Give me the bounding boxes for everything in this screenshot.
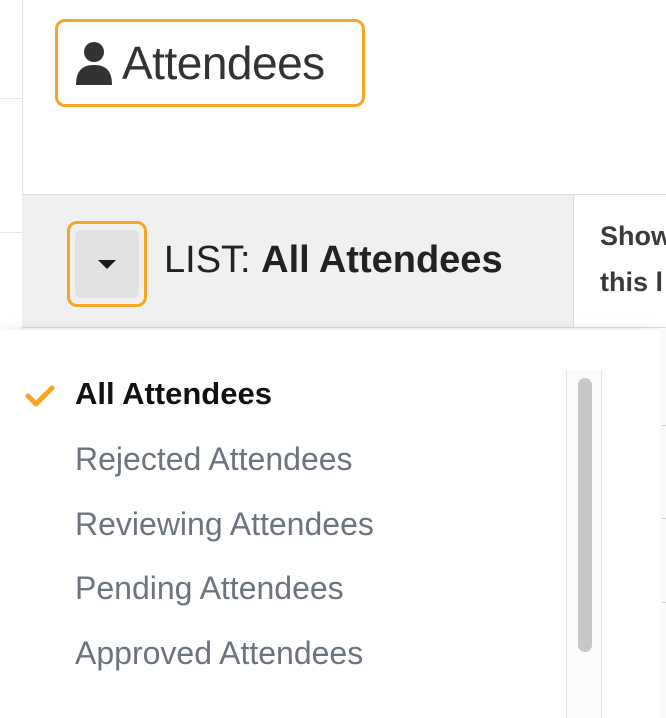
attendees-page: Attendees LIST: All Attendees Show this … bbox=[0, 0, 666, 718]
menu-item-reviewing-attendees[interactable]: Reviewing Attendees bbox=[75, 506, 374, 543]
menu-item-all-attendees[interactable]: All Attendees bbox=[75, 376, 272, 412]
menu-scrollbar[interactable] bbox=[566, 370, 602, 718]
menu-item-pending-attendees[interactable]: Pending Attendees bbox=[75, 570, 344, 607]
side-text-line-1: Show bbox=[600, 221, 666, 251]
user-icon bbox=[76, 42, 112, 85]
row-line bbox=[662, 518, 666, 519]
page-title-text: Attendees bbox=[122, 37, 325, 89]
list-dropdown-button[interactable] bbox=[75, 230, 139, 298]
checkmark-icon bbox=[25, 385, 55, 407]
list-label-prefix: LIST: bbox=[164, 239, 262, 281]
page-title: Attendees bbox=[55, 19, 365, 107]
menu-item-rejected-attendees[interactable]: Rejected Attendees bbox=[75, 441, 353, 478]
current-list-label: LIST: All Attendees bbox=[164, 239, 503, 282]
list-dropdown-highlight bbox=[67, 221, 147, 307]
row-line bbox=[662, 425, 666, 426]
background-edge bbox=[660, 330, 666, 718]
caret-down-icon bbox=[98, 259, 116, 269]
strip-divider bbox=[0, 232, 22, 233]
list-dropdown-menu: All Attendees Rejected Attendees Reviewi… bbox=[0, 330, 661, 718]
menu-item-approved-attendees[interactable]: Approved Attendees bbox=[75, 635, 363, 672]
list-label-value: All Attendees bbox=[261, 239, 503, 281]
bar-side-panel: Show this l bbox=[574, 195, 666, 327]
side-text-line-2: this l bbox=[600, 267, 664, 297]
row-line bbox=[662, 602, 666, 603]
strip-divider bbox=[0, 98, 22, 99]
menu-scrollbar-thumb[interactable] bbox=[578, 378, 592, 652]
list-selector-bar: LIST: All Attendees Show this l bbox=[22, 194, 666, 328]
